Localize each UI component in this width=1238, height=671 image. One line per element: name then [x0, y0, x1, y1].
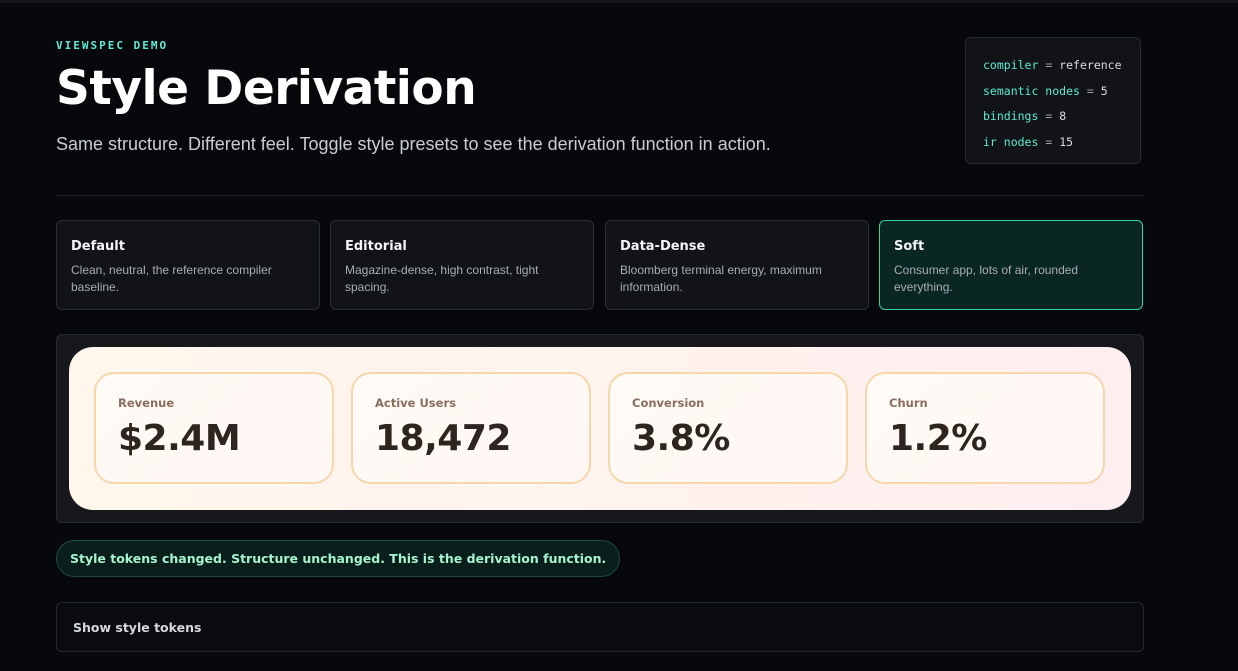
compiler-info-panel: compiler = reference semantic nodes = 5 …	[965, 37, 1141, 164]
preset-name: Data-Dense	[620, 239, 706, 254]
compiler-info-row: semantic nodes = 5	[983, 83, 1108, 98]
page-title: Style Derivation	[56, 61, 477, 116]
preview-frame: Revenue $2.4M Active Users 18,472 Conver…	[56, 334, 1144, 523]
metric-label: Conversion	[632, 396, 705, 410]
compiler-info-key: ir nodes	[983, 134, 1039, 149]
preset-name: Soft	[894, 239, 925, 254]
compiler-info-value: reference	[1059, 58, 1122, 72]
compiler-info-row: ir nodes = 15	[983, 134, 1074, 149]
compiler-info-row: compiler = reference	[983, 58, 1122, 72]
preset-card-data-dense[interactable]: Data-Dense Bloomberg terminal energy, ma…	[605, 220, 869, 310]
compiler-info-key: semantic nodes	[983, 83, 1080, 98]
metric-value: 1.2%	[889, 418, 987, 459]
preset-card-editorial[interactable]: Editorial Magazine-dense, high contrast,…	[330, 220, 594, 310]
status-message-pill: Style tokens changed. Structure unchange…	[56, 540, 621, 577]
preset-name: Editorial	[345, 239, 407, 254]
compiler-info-row: bindings = 8	[983, 109, 1067, 123]
preset-description: Bloomberg terminal energy, maximum infor…	[620, 263, 822, 294]
metric-label: Revenue	[118, 396, 175, 410]
preset-card-soft[interactable]: Soft Consumer app, lots of air, rounded …	[879, 220, 1143, 310]
show-style-tokens-toggle[interactable]: Show style tokens	[56, 602, 1144, 652]
window-top-edge	[0, 0, 1238, 3]
compiler-info-value: 8	[1059, 109, 1067, 123]
preset-name: Default	[71, 239, 125, 254]
compiler-info-key: compiler	[983, 58, 1039, 72]
metric-card-revenue: Revenue $2.4M	[94, 372, 334, 484]
metrics-preview-panel: Revenue $2.4M Active Users 18,472 Conver…	[69, 347, 1131, 510]
metric-card-conversion: Conversion 3.8%	[608, 372, 848, 484]
toggle-label: Show style tokens	[73, 619, 202, 635]
preset-description: Magazine-dense, high contrast, tight spa…	[345, 263, 539, 294]
metric-value: 18,472	[375, 418, 511, 459]
metric-value: 3.8%	[632, 418, 730, 459]
metric-value: $2.4M	[118, 418, 241, 459]
eyebrow-label: VIEWSPEC DEMO	[56, 39, 169, 52]
page-subtitle: Same structure. Different feel. Toggle s…	[56, 134, 771, 154]
metric-label: Churn	[889, 396, 928, 410]
metric-card-active-users: Active Users 18,472	[351, 372, 591, 484]
preset-description: Clean, neutral, the reference compiler b…	[71, 263, 272, 294]
compiler-info-value: 15	[1059, 134, 1074, 149]
compiler-info-value: 5	[1100, 83, 1108, 98]
header-divider	[56, 195, 1144, 196]
style-preset-list: Default Clean, neutral, the reference co…	[56, 220, 1144, 310]
compiler-info-key: bindings	[983, 109, 1039, 123]
metric-card-churn: Churn 1.2%	[865, 372, 1105, 484]
preset-description: Consumer app, lots of air, rounded every…	[894, 263, 1079, 294]
metric-label: Active Users	[375, 396, 456, 410]
preset-card-default[interactable]: Default Clean, neutral, the reference co…	[56, 220, 320, 310]
